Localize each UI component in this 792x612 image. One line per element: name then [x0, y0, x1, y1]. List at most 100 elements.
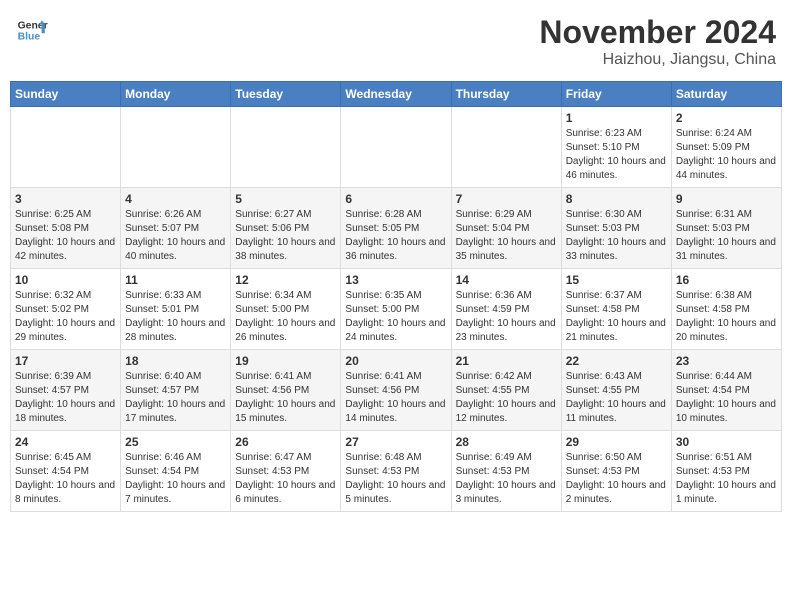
calendar-header: SundayMondayTuesdayWednesdayThursdayFrid… — [11, 82, 782, 107]
calendar-cell: 7 Sunrise: 6:29 AM Sunset: 5:04 PM Daylig… — [451, 188, 561, 269]
calendar-cell: 3Sunrise: 6:25 AM Sunset: 5:08 PM Daylig… — [11, 188, 121, 269]
title-block: November 2024 Haizhou, Jiangsu, China — [539, 14, 776, 69]
day-header-thursday: Thursday — [451, 82, 561, 107]
calendar-cell: 1 Sunrise: 6:23 AM Sunset: 5:10 PM Daylig… — [561, 107, 671, 188]
day-number: 22 — [566, 354, 667, 368]
week-row-4: 17 Sunrise: 6:39 AM Sunset: 4:57 PM Dayli… — [11, 350, 782, 431]
day-info: Sunrise: 6:44 AM Sunset: 4:54 PM Dayligh… — [676, 370, 777, 426]
day-info: Sunrise: 6:40 AM Sunset: 4:57 PM Dayligh… — [125, 370, 226, 426]
day-info: Sunrise: 6:47 AM Sunset: 4:53 PM Dayligh… — [235, 451, 336, 507]
calendar-cell: 5 Sunrise: 6:27 AM Sunset: 5:06 PM Daylig… — [231, 188, 341, 269]
day-number: 14 — [456, 273, 557, 287]
day-number: 9 — [676, 192, 777, 206]
calendar-cell: 2 Sunrise: 6:24 AM Sunset: 5:09 PM Daylig… — [671, 107, 781, 188]
day-info: Sunrise: 6:39 AM Sunset: 4:57 PM Dayligh… — [15, 370, 116, 426]
day-number: 5 — [235, 192, 336, 206]
day-number: 19 — [235, 354, 336, 368]
day-number: 4 — [125, 192, 226, 206]
day-number: 13 — [345, 273, 446, 287]
day-info: Sunrise: 6:34 AM Sunset: 5:00 PM Dayligh… — [235, 289, 336, 345]
day-number: 1 — [566, 111, 667, 125]
day-info: Sunrise: 6:45 AM Sunset: 4:54 PM Dayligh… — [15, 451, 116, 507]
calendar-cell: 13Sunrise: 6:35 AM Sunset: 5:00 PM Dayli… — [341, 269, 451, 350]
calendar-cell: 24 Sunrise: 6:45 AM Sunset: 4:54 PM Dayli… — [11, 431, 121, 512]
day-number: 10 — [15, 273, 116, 287]
day-info: Sunrise: 6:29 AM Sunset: 5:04 PM Dayligh… — [456, 208, 557, 264]
svg-text:Blue: Blue — [18, 32, 41, 43]
day-info: Sunrise: 6:49 AM Sunset: 4:53 PM Dayligh… — [456, 451, 557, 507]
day-number: 15 — [566, 273, 667, 287]
calendar-cell: 16 Sunrise: 6:38 AM Sunset: 4:58 PM Dayli… — [671, 269, 781, 350]
day-info: Sunrise: 6:32 AM Sunset: 5:02 PM Dayligh… — [15, 289, 116, 345]
calendar-cell: 20 Sunrise: 6:41 AM Sunset: 4:56 PM Dayli… — [341, 350, 451, 431]
days-of-week-row: SundayMondayTuesdayWednesdayThursdayFrid… — [11, 82, 782, 107]
day-number: 17 — [15, 354, 116, 368]
week-row-1: 1 Sunrise: 6:23 AM Sunset: 5:10 PM Daylig… — [11, 107, 782, 188]
day-header-friday: Friday — [561, 82, 671, 107]
day-number: 20 — [345, 354, 446, 368]
day-info: Sunrise: 6:36 AM Sunset: 4:59 PM Dayligh… — [456, 289, 557, 345]
calendar-cell: 9 Sunrise: 6:31 AM Sunset: 5:03 PM Daylig… — [671, 188, 781, 269]
calendar-cell — [231, 107, 341, 188]
day-info: Sunrise: 6:41 AM Sunset: 4:56 PM Dayligh… — [235, 370, 336, 426]
day-number: 12 — [235, 273, 336, 287]
day-info: Sunrise: 6:30 AM Sunset: 5:03 PM Dayligh… — [566, 208, 667, 264]
day-info: Sunrise: 6:48 AM Sunset: 4:53 PM Dayligh… — [345, 451, 446, 507]
calendar-cell: 10 Sunrise: 6:32 AM Sunset: 5:02 PM Dayli… — [11, 269, 121, 350]
month-title: November 2024 — [539, 14, 776, 51]
calendar-cell: 22 Sunrise: 6:43 AM Sunset: 4:55 PM Dayli… — [561, 350, 671, 431]
day-info: Sunrise: 6:23 AM Sunset: 5:10 PM Dayligh… — [566, 127, 667, 183]
calendar-cell: 30Sunrise: 6:51 AM Sunset: 4:53 PM Dayli… — [671, 431, 781, 512]
location-subtitle: Haizhou, Jiangsu, China — [539, 51, 776, 69]
week-row-3: 10 Sunrise: 6:32 AM Sunset: 5:02 PM Dayli… — [11, 269, 782, 350]
calendar-cell: 29 Sunrise: 6:50 AM Sunset: 4:53 PM Dayli… — [561, 431, 671, 512]
day-info: Sunrise: 6:41 AM Sunset: 4:56 PM Dayligh… — [345, 370, 446, 426]
calendar-cell — [451, 107, 561, 188]
day-info: Sunrise: 6:24 AM Sunset: 5:09 PM Dayligh… — [676, 127, 777, 183]
day-number: 6 — [345, 192, 446, 206]
day-number: 27 — [345, 435, 446, 449]
day-number: 16 — [676, 273, 777, 287]
calendar-cell — [341, 107, 451, 188]
calendar-cell: 6 Sunrise: 6:28 AM Sunset: 5:05 PM Daylig… — [341, 188, 451, 269]
day-info: Sunrise: 6:28 AM Sunset: 5:05 PM Dayligh… — [345, 208, 446, 264]
day-number: 29 — [566, 435, 667, 449]
logo: General Blue — [16, 14, 48, 46]
calendar-cell — [11, 107, 121, 188]
day-number: 30 — [676, 435, 777, 449]
day-info: Sunrise: 6:25 AM Sunset: 5:08 PM Dayligh… — [15, 208, 116, 264]
calendar-cell: 25 Sunrise: 6:46 AM Sunset: 4:54 PM Dayli… — [121, 431, 231, 512]
calendar-cell: 28 Sunrise: 6:49 AM Sunset: 4:53 PM Dayli… — [451, 431, 561, 512]
day-info: Sunrise: 6:37 AM Sunset: 4:58 PM Dayligh… — [566, 289, 667, 345]
day-info: Sunrise: 6:27 AM Sunset: 5:06 PM Dayligh… — [235, 208, 336, 264]
calendar-cell: 23Sunrise: 6:44 AM Sunset: 4:54 PM Dayli… — [671, 350, 781, 431]
day-info: Sunrise: 6:33 AM Sunset: 5:01 PM Dayligh… — [125, 289, 226, 345]
calendar-cell — [121, 107, 231, 188]
day-info: Sunrise: 6:46 AM Sunset: 4:54 PM Dayligh… — [125, 451, 226, 507]
day-number: 2 — [676, 111, 777, 125]
calendar-cell: 27 Sunrise: 6:48 AM Sunset: 4:53 PM Dayli… — [341, 431, 451, 512]
calendar-cell: 17 Sunrise: 6:39 AM Sunset: 4:57 PM Dayli… — [11, 350, 121, 431]
day-info: Sunrise: 6:31 AM Sunset: 5:03 PM Dayligh… — [676, 208, 777, 264]
calendar-cell: 19 Sunrise: 6:41 AM Sunset: 4:56 PM Dayli… — [231, 350, 341, 431]
day-header-tuesday: Tuesday — [231, 82, 341, 107]
day-number: 28 — [456, 435, 557, 449]
day-number: 26 — [235, 435, 336, 449]
day-info: Sunrise: 6:43 AM Sunset: 4:55 PM Dayligh… — [566, 370, 667, 426]
day-info: Sunrise: 6:42 AM Sunset: 4:55 PM Dayligh… — [456, 370, 557, 426]
calendar-cell: 4Sunrise: 6:26 AM Sunset: 5:07 PM Daylig… — [121, 188, 231, 269]
calendar-cell: 8Sunrise: 6:30 AM Sunset: 5:03 PM Daylig… — [561, 188, 671, 269]
day-info: Sunrise: 6:38 AM Sunset: 4:58 PM Dayligh… — [676, 289, 777, 345]
calendar-cell: 18 Sunrise: 6:40 AM Sunset: 4:57 PM Dayli… — [121, 350, 231, 431]
day-number: 7 — [456, 192, 557, 206]
day-header-sunday: Sunday — [11, 82, 121, 107]
week-row-2: 3Sunrise: 6:25 AM Sunset: 5:08 PM Daylig… — [11, 188, 782, 269]
day-number: 25 — [125, 435, 226, 449]
calendar-cell: 12 Sunrise: 6:34 AM Sunset: 5:00 PM Dayli… — [231, 269, 341, 350]
day-info: Sunrise: 6:50 AM Sunset: 4:53 PM Dayligh… — [566, 451, 667, 507]
calendar-cell: 26 Sunrise: 6:47 AM Sunset: 4:53 PM Dayli… — [231, 431, 341, 512]
day-number: 24 — [15, 435, 116, 449]
calendar-cell: 21Sunrise: 6:42 AM Sunset: 4:55 PM Dayli… — [451, 350, 561, 431]
calendar-cell: 14 Sunrise: 6:36 AM Sunset: 4:59 PM Dayli… — [451, 269, 561, 350]
day-number: 18 — [125, 354, 226, 368]
